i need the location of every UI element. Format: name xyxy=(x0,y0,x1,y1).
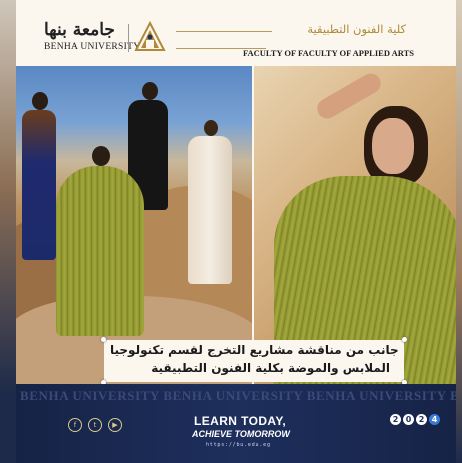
post-card[interactable]: جامعة بنها BENHA UNIVERSITY كلية الفنون … xyxy=(16,0,456,463)
year-digit: 0 xyxy=(403,414,414,425)
university-name-en: BENHA UNIVERSITY xyxy=(44,42,141,52)
model-head xyxy=(92,146,110,166)
caption-box: جانب من مناقشة مشاريع التخرج لقسم تكنولو… xyxy=(101,337,407,385)
slogan-line-1: LEARN TODAY, xyxy=(194,414,287,428)
model-head xyxy=(32,92,48,110)
facebook-icon[interactable]: f xyxy=(68,418,82,432)
caption-line-1: جانب من مناقشة مشاريع التخرج لقسم تكنولو… xyxy=(110,343,399,357)
model-head xyxy=(142,82,158,100)
header: جامعة بنها BENHA UNIVERSITY كلية الفنون … xyxy=(16,0,456,66)
portrait-photo[interactable] xyxy=(254,66,456,384)
youtube-icon[interactable]: ▶ xyxy=(108,418,122,432)
model-head xyxy=(204,120,218,136)
year-digit: 2 xyxy=(390,414,401,425)
university-name-ar: جامعة بنها xyxy=(44,20,115,40)
year-badge: 2 0 2 4 xyxy=(390,414,440,425)
background-strip-right xyxy=(456,0,462,463)
social-links: f t ▶ xyxy=(68,418,122,432)
twitter-icon[interactable]: t xyxy=(88,418,102,432)
website-url[interactable]: https://bu.edu.eg xyxy=(206,442,271,448)
header-rule-top xyxy=(176,31,272,32)
year-digit: 4 xyxy=(429,414,440,425)
year-digit: 2 xyxy=(416,414,427,425)
footer: BENHA UNIVERSITY BENHA UNIVERSITY BENHA … xyxy=(16,384,456,463)
watermark-text: BENHA UNIVERSITY BENHA UNIVERSITY BENHA … xyxy=(20,388,456,403)
background-strip-left xyxy=(0,0,16,463)
logo-divider xyxy=(128,24,129,52)
group-photo[interactable] xyxy=(16,66,252,384)
university-logo-icon xyxy=(134,20,166,51)
slogan-line-2: ACHIEVE TOMORROW xyxy=(192,429,290,439)
model-navy-abaya xyxy=(22,110,56,260)
faculty-name-en: FACULTY OF FACULTY OF APPLIED ARTS xyxy=(242,48,414,58)
model-face xyxy=(372,118,414,174)
model-white-robe xyxy=(188,136,232,284)
model-olive-kaftan xyxy=(56,166,144,336)
faculty-name-ar: كلية الفنون التطبيقية xyxy=(307,22,406,36)
caption-line-2: الملابس والموضة بكلية الفنون التطبيقية xyxy=(151,361,390,375)
